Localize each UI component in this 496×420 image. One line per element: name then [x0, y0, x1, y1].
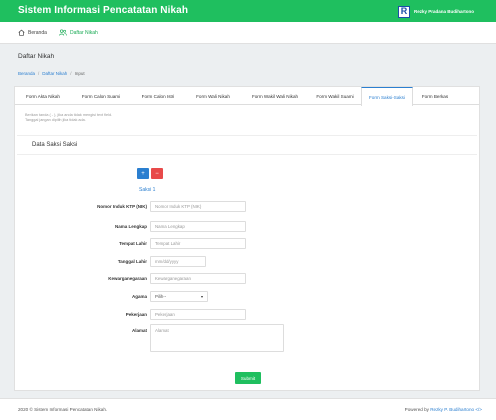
- footer-powered-prefix: Powered by: [404, 407, 429, 412]
- form-tabs: Form Akta Nikah Form Calon Suami Form Ca…: [15, 87, 479, 106]
- pekerjaan-input[interactable]: [150, 309, 246, 320]
- section-title: Data Saksi Saksi: [17, 135, 477, 155]
- top-bar: Sistem Informasi Pencatatan Nikah R Rezk…: [0, 0, 496, 22]
- users-icon: [59, 29, 67, 36]
- breadcrumb-separator: /: [38, 71, 40, 76]
- footer-powered: Powered by Rezky P. Budihartono </>: [405, 407, 482, 412]
- user-avatar: R: [397, 5, 410, 18]
- nama-input[interactable]: [150, 221, 246, 232]
- code-icon: </>: [475, 407, 482, 412]
- tab-calon-istri[interactable]: Form Calon Istri: [131, 87, 185, 105]
- nama-label: Nama Lengkap: [114, 224, 147, 229]
- saksi-heading: Saksi 1: [139, 187, 156, 193]
- tab-akta-nikah[interactable]: Form Akta Nikah: [15, 87, 71, 105]
- tab-calon-suami[interactable]: Form Calon Suami: [71, 87, 131, 105]
- agama-selected-value: Pilih--: [155, 294, 167, 299]
- user-name: Rezky Pradana Budihartono: [413, 9, 474, 14]
- user-menu[interactable]: R Rezky Pradana Budihartono: [397, 5, 474, 18]
- page-title: Daftar Nikah: [18, 53, 55, 60]
- tab-wali-nikah[interactable]: Form Wali Nikah: [185, 87, 241, 105]
- home-icon: [18, 29, 25, 36]
- form-hint: Berikan tanda ( - ), jika anda tidak men…: [25, 113, 112, 123]
- nav-label-daftar-nikah: Daftar Nikah: [70, 29, 98, 36]
- alamat-label: Alamat: [131, 328, 147, 333]
- footer-copyright: 2020 © Sistem Informasi Pencatatan Nikah…: [18, 407, 108, 412]
- pekerjaan-label: Pekerjaan: [125, 312, 147, 317]
- app-brand[interactable]: Sistem Informasi Pencatatan Nikah: [18, 5, 188, 16]
- main-nav: Beranda Daftar Nikah: [0, 22, 496, 44]
- breadcrumb-separator: /: [70, 71, 72, 76]
- breadcrumb-daftar-nikah[interactable]: Daftar Nikah: [42, 71, 67, 76]
- chevron-down-icon: ▾: [200, 294, 203, 299]
- breadcrumb-beranda[interactable]: Beranda: [18, 71, 35, 76]
- breadcrumb-input: Input: [74, 71, 85, 76]
- nav-label-beranda: Beranda: [28, 29, 47, 36]
- footer: 2020 © Sistem Informasi Pencatatan Nikah…: [0, 398, 496, 420]
- tempat-lahir-input[interactable]: [150, 238, 246, 249]
- hint-line-2: Tanggal jangan dipilih jika tidak ada.: [25, 118, 86, 123]
- nik-label: Nomor Induk KTP (NIK): [97, 204, 147, 209]
- tanggal-lahir-input[interactable]: [150, 256, 206, 267]
- tab-wakil-suami[interactable]: Form Wakil Suami: [309, 87, 361, 105]
- tab-wakil-wali-nikah[interactable]: Form Wakil Wali Nikah: [241, 87, 309, 105]
- breadcrumb: Beranda / Daftar Nikah / Input: [18, 71, 85, 76]
- nik-input[interactable]: [150, 201, 246, 212]
- add-saksi-button[interactable]: +: [137, 168, 149, 179]
- nav-item-daftar-nikah[interactable]: Daftar Nikah: [59, 29, 98, 36]
- tab-berkas[interactable]: Form Berkas: [413, 87, 457, 105]
- nav-item-beranda[interactable]: Beranda: [18, 29, 47, 36]
- footer-author-link[interactable]: Rezky P. Budihartono: [430, 407, 474, 412]
- agama-select[interactable]: Pilih-- ▾: [150, 291, 208, 302]
- form-card: Form Akta Nikah Form Calon Suami Form Ca…: [14, 86, 480, 391]
- alamat-textarea[interactable]: [150, 324, 284, 352]
- tab-saksi-saksi[interactable]: Form Saksi-Saksi: [361, 87, 413, 106]
- remove-saksi-button[interactable]: −: [151, 168, 163, 179]
- kewarganegaraan-input[interactable]: [150, 273, 246, 284]
- submit-button[interactable]: Submit: [235, 372, 261, 384]
- tempat-lahir-label: Tempat Lahir: [119, 241, 147, 246]
- kewarganegaraan-label: Kewarganegaraan: [108, 276, 147, 281]
- agama-label: Agama: [131, 294, 147, 299]
- tanggal-lahir-label: Tanggal Lahir: [117, 259, 147, 264]
